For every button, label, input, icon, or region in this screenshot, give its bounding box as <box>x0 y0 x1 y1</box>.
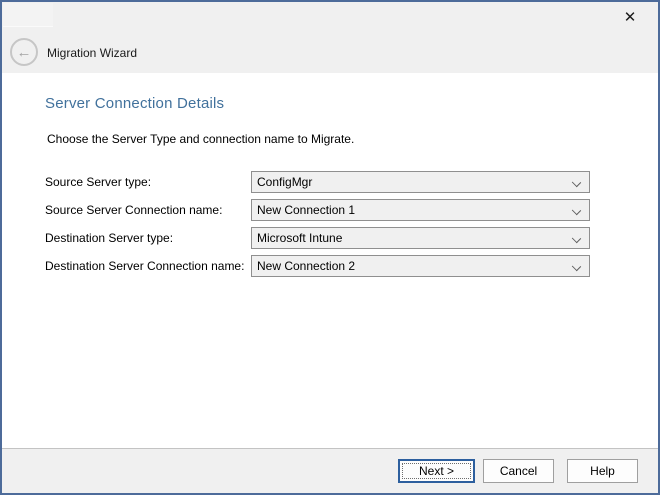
source-server-type-label: Source Server type: <box>45 171 151 193</box>
back-button[interactable]: ← <box>10 38 38 66</box>
source-server-type-select[interactable]: ConfigMgr <box>251 171 590 193</box>
title-bar: ✕ <box>2 2 658 32</box>
page-title: Server Connection Details <box>45 95 224 112</box>
wizard-header: ← Migration Wizard <box>2 32 658 73</box>
back-arrow-icon: ← <box>17 45 32 60</box>
page-description: Choose the Server Type and connection na… <box>47 132 354 146</box>
source-connection-name-row: Source Server Connection name: New Conne… <box>2 199 658 221</box>
destination-server-type-value: Microsoft Intune <box>257 231 342 245</box>
button-bar: Next > Cancel Help <box>2 448 658 493</box>
chevron-down-icon <box>572 178 581 187</box>
source-connection-name-label: Source Server Connection name: <box>45 199 222 221</box>
help-button-label: Help <box>590 464 615 478</box>
chevron-down-icon <box>572 262 581 271</box>
cancel-button[interactable]: Cancel <box>483 459 554 483</box>
destination-connection-name-value: New Connection 2 <box>257 259 355 273</box>
destination-connection-name-select[interactable]: New Connection 2 <box>251 255 590 277</box>
source-server-type-row: Source Server type: ConfigMgr <box>2 171 658 193</box>
chevron-down-icon <box>572 234 581 243</box>
chevron-down-icon <box>572 206 581 215</box>
migration-wizard-window: ✕ ← Migration Wizard Server Connection D… <box>0 0 660 495</box>
help-button[interactable]: Help <box>567 459 638 483</box>
destination-server-type-label: Destination Server type: <box>45 227 173 249</box>
source-connection-name-value: New Connection 1 <box>257 203 355 217</box>
wizard-page-content: Server Connection Details Choose the Ser… <box>2 73 658 448</box>
wizard-title: Migration Wizard <box>47 32 137 73</box>
close-icon[interactable]: ✕ <box>608 2 652 32</box>
source-server-type-value: ConfigMgr <box>257 175 312 189</box>
title-bar-icon-area <box>3 3 53 27</box>
next-button[interactable]: Next > <box>398 459 475 483</box>
destination-server-type-row: Destination Server type: Microsoft Intun… <box>2 227 658 249</box>
next-button-label: Next > <box>419 464 454 478</box>
destination-connection-name-label: Destination Server Connection name: <box>45 255 244 277</box>
destination-connection-name-row: Destination Server Connection name: New … <box>2 255 658 277</box>
cancel-button-label: Cancel <box>500 464 537 478</box>
source-connection-name-select[interactable]: New Connection 1 <box>251 199 590 221</box>
destination-server-type-select[interactable]: Microsoft Intune <box>251 227 590 249</box>
